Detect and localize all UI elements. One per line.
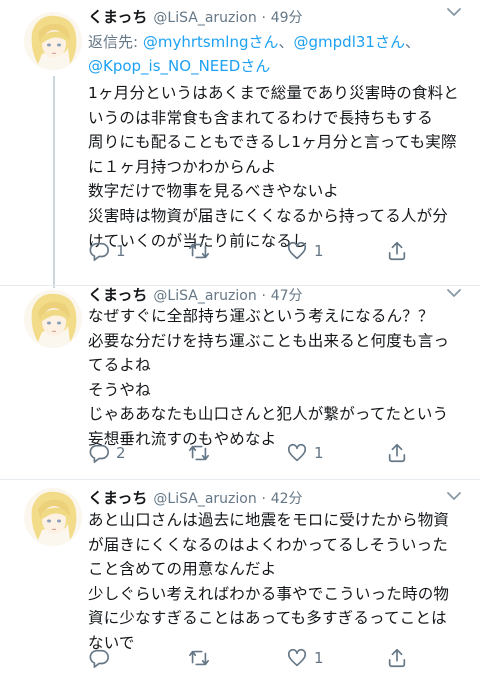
tweet-line: いうのは非常食も含まれてるわけで長持ちもする xyxy=(88,108,433,127)
tweet-line: 数字だけで物事を見るべきやないよ xyxy=(88,182,339,201)
like-count: 1 xyxy=(314,444,324,462)
timestamp[interactable]: 49分 xyxy=(271,10,303,26)
like-button[interactable]: 1 xyxy=(286,441,324,465)
reply-button[interactable]: 2 xyxy=(88,441,126,465)
tweet-1[interactable]: くまっち @LiSA_aruzion · 49分 返信先: @myhrtsmlng… xyxy=(0,0,480,288)
avatar[interactable] xyxy=(24,290,82,348)
chevron-down-icon[interactable] xyxy=(446,490,462,502)
tweet-line: 周りにも配ることもできるし1ヶ月分と言っても実際 xyxy=(88,133,457,152)
share-button[interactable] xyxy=(386,646,408,670)
separator-dot: · xyxy=(261,10,266,26)
separator-dot: · xyxy=(261,288,266,304)
reply-count: 2 xyxy=(116,444,126,462)
avatar-image xyxy=(24,12,82,70)
like-icon xyxy=(287,241,307,260)
chevron-down-icon[interactable] xyxy=(446,6,462,18)
tweet-2[interactable]: くまっち @LiSA_aruzion · 47分 なぜすぐに全部持ち運ぶという考え… xyxy=(0,286,480,479)
tweet-line: 災害時は物資が届きにくくなるから持ってる人が分 xyxy=(88,206,449,225)
retweet-button[interactable] xyxy=(188,441,216,465)
display-name[interactable]: くまっち xyxy=(88,8,147,26)
tweet-actions: 1 1 xyxy=(88,239,428,263)
user-handle[interactable]: @LiSA_aruzion xyxy=(153,10,256,26)
reply-to-line: 返信先: @myhrtsmlngさん、@gmpdl31さん、 @Kpop_is_… xyxy=(88,30,468,78)
reply-icon xyxy=(89,242,109,261)
reply-icon xyxy=(89,444,109,463)
reply-button[interactable]: 1 xyxy=(88,239,126,263)
tweet-3[interactable]: くまっち @LiSA_aruzion · 42分 あと山口さんは過去に地震をモロに… xyxy=(0,480,480,673)
timestamp[interactable]: 47分 xyxy=(271,288,303,304)
retweet-icon xyxy=(189,243,209,259)
like-button[interactable]: 1 xyxy=(286,239,324,263)
like-count: 1 xyxy=(314,242,324,260)
tweet-line: 資に少なすぎることはあっても多すぎるってことは xyxy=(88,609,447,628)
like-icon xyxy=(287,443,307,462)
reply-separator: 、 xyxy=(278,33,294,51)
tweet-line: に１ヶ月持つかわからんよ xyxy=(88,157,277,176)
tweet-line: 少しぐらい考えればわかる事やでこういった時の物 xyxy=(88,584,450,603)
retweet-button[interactable] xyxy=(188,239,216,263)
user-handle[interactable]: @LiSA_aruzion xyxy=(153,288,256,304)
reply-to-user-1[interactable]: @myhrtsmlngさん xyxy=(143,33,279,51)
tweet-line: が届きにくくなるのはよくわかってるしそういった xyxy=(88,535,449,554)
tweet-text: 1ヶ月分というはあくまで総量であり災害時の食料と いうのは非常食も含まれてるわけ… xyxy=(88,81,460,253)
tweet-line: そうやね xyxy=(88,380,151,399)
share-icon xyxy=(388,241,406,261)
tweet-text: なぜすぐに全部持ち運ぶという考えになるん？？ 必要な分だけを持ち運ぶことも出来る… xyxy=(88,304,460,452)
separator-dot: · xyxy=(261,491,266,507)
share-icon xyxy=(388,648,406,668)
reply-to-user-2[interactable]: @gmpdl31さん xyxy=(294,33,405,51)
timestamp[interactable]: 42分 xyxy=(271,491,303,507)
display-name[interactable]: くまっち xyxy=(88,286,147,304)
share-icon xyxy=(388,443,406,463)
tweet-line: 必要な分だけを持ち運ぶことも出来ると何度も言っ xyxy=(88,331,450,350)
like-count: 1 xyxy=(314,649,324,667)
user-handle[interactable]: @LiSA_aruzion xyxy=(153,491,256,507)
tweet-line: 1ヶ月分というはあくまで総量であり災害時の食料と xyxy=(88,84,460,102)
avatar[interactable] xyxy=(24,488,82,546)
thread-line xyxy=(53,76,55,288)
tweet-header: くまっち @LiSA_aruzion · 42分 xyxy=(88,486,303,510)
tweet-line: あと山口さんは過去に地震をモロに受けたから物資 xyxy=(88,511,450,529)
tweet-actions: 1 xyxy=(88,646,428,670)
reply-button[interactable] xyxy=(88,646,116,670)
tweet-line: こと含めての用意なんだよ xyxy=(88,560,277,579)
reply-count: 1 xyxy=(116,242,126,260)
tweet-line: じゃああなたも山口さんと犯人が繋がってたという xyxy=(88,405,449,424)
avatar[interactable] xyxy=(24,12,82,70)
share-button[interactable] xyxy=(386,441,408,465)
like-icon xyxy=(287,648,307,667)
share-button[interactable] xyxy=(386,239,408,263)
tweet-line: なぜすぐに全部持ち運ぶという考えになるん？？ xyxy=(88,307,434,325)
reply-separator: 、 xyxy=(404,33,420,51)
retweet-icon xyxy=(189,445,209,461)
avatar-image xyxy=(24,290,82,348)
like-button[interactable]: 1 xyxy=(286,646,324,670)
tweet-actions: 2 1 xyxy=(88,441,428,465)
retweet-button[interactable] xyxy=(188,646,216,670)
retweet-icon xyxy=(189,650,209,666)
tweet-text: あと山口さんは過去に地震をモロに受けたから物資 が届きにくくなるのはよくわかって… xyxy=(88,508,460,656)
tweet-line: てるよね xyxy=(88,356,151,375)
tweet-header: くまっち @LiSA_aruzion · 49分 xyxy=(88,5,303,29)
reply-to-user-3[interactable]: @Kpop_is_NO_NEEDさん xyxy=(88,57,270,75)
avatar-image xyxy=(24,488,82,546)
chevron-down-icon[interactable] xyxy=(446,287,462,299)
reply-to-label: 返信先: xyxy=(88,33,143,51)
reply-icon xyxy=(89,649,109,668)
display-name[interactable]: くまっち xyxy=(88,489,147,507)
